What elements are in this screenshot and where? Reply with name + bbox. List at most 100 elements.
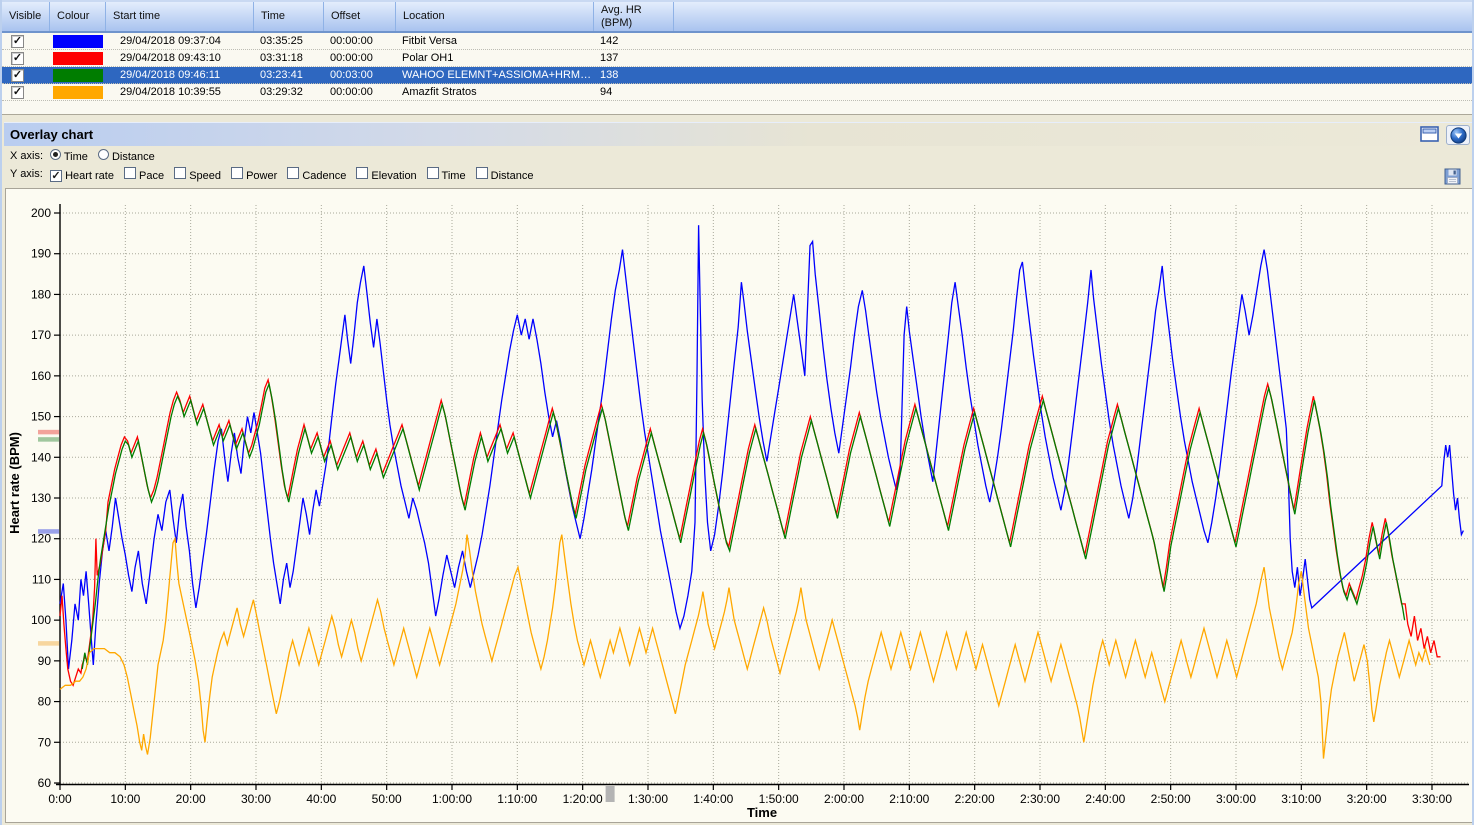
activities-table: Visible Colour Start time Time Offset Lo… [2, 0, 1474, 115]
column-header-avg-hr[interactable]: Avg. HR (BPM) [594, 2, 674, 31]
y-tick-label: 60 [38, 776, 52, 790]
column-header-location[interactable]: Location [396, 2, 594, 31]
table-row[interactable]: ✓29/04/2018 09:46:1103:23:4100:03:00WAHO… [2, 67, 1474, 84]
y-tick-label: 180 [31, 287, 51, 301]
visible-checkbox[interactable]: ✓ [11, 86, 24, 99]
series-line [60, 535, 1430, 759]
panel-layout-icon[interactable] [1420, 126, 1439, 145]
save-icon [1444, 168, 1462, 185]
y-axis-checkbox-label: Power [246, 170, 277, 182]
colour-swatch [53, 52, 103, 65]
x-tick-label: 50:00 [372, 792, 402, 806]
cell-offset: 00:00:00 [324, 86, 396, 98]
visible-checkbox[interactable]: ✓ [11, 52, 24, 65]
x-tick-label: 20:00 [176, 792, 206, 806]
x-tick-label: 30:00 [241, 792, 271, 806]
cell-start-time: 29/04/2018 09:43:10 [106, 52, 254, 64]
x-tick-label: 1:40:00 [693, 792, 733, 806]
y-axis-checkbox-distance[interactable] [476, 167, 488, 179]
x-axis-radio-time[interactable] [50, 149, 61, 160]
visible-checkbox[interactable]: ✓ [11, 35, 24, 48]
y-axis-checkbox-pace[interactable] [124, 167, 136, 179]
colour-swatch [53, 35, 103, 48]
cell-offset: 00:00:00 [324, 35, 396, 47]
y-axis-checkbox-label: Elevation [371, 170, 416, 182]
cell-location: WAHOO ELEMNT+ASSIOMA+HRM… [396, 69, 594, 81]
y-axis-checkbox-label: Cadence [302, 170, 346, 182]
x-axis-radio-distance[interactable] [98, 149, 109, 160]
y-axis-checkbox-speed[interactable] [174, 167, 186, 179]
x-tick-label: 1:30:00 [628, 792, 668, 806]
cell-time: 03:29:32 [254, 86, 324, 98]
overlay-chart-titlebar: Overlay chart [4, 122, 1474, 146]
cell-avg-hr: 137 [594, 52, 674, 64]
y-tick-label: 130 [31, 491, 51, 505]
series-line [60, 380, 1441, 685]
x-axis-radio-label: Time [64, 151, 88, 163]
y-tick-label: 170 [31, 328, 51, 342]
y-axis-controls: Y axis: ✓ Heart rate Pace Speed Power Ca… [10, 166, 543, 182]
y-axis-checkbox-heart-rate[interactable]: ✓ [50, 170, 62, 182]
y-tick-label: 70 [38, 735, 52, 749]
x-tick-label: 3:20:00 [1347, 792, 1387, 806]
column-header-time[interactable]: Time [254, 2, 324, 31]
overlay-line-chart: 6070809010011012013014015016017018019020… [2, 186, 1474, 825]
cell-time: 03:35:25 [254, 35, 324, 47]
x-axis-slider-handle[interactable] [606, 786, 615, 802]
y-axis-checkbox-time[interactable] [427, 167, 439, 179]
x-tick-label: 2:30:00 [1020, 792, 1060, 806]
cell-avg-hr: 138 [594, 69, 674, 81]
y-axis-checkbox-cadence[interactable] [287, 167, 299, 179]
x-tick-label: 1:00:00 [432, 792, 472, 806]
y-axis-checkbox-label: Pace [139, 170, 164, 182]
y-tick-label: 140 [31, 450, 51, 464]
visible-checkbox[interactable]: ✓ [11, 69, 24, 82]
y-tick-label: 160 [31, 369, 51, 383]
axis-value-marker [38, 430, 59, 435]
y-axis-checkbox-label: Time [442, 170, 466, 182]
y-axis-checkbox-label: Distance [491, 170, 534, 182]
x-axis-title: Time [747, 805, 777, 820]
y-tick-label: 120 [31, 532, 51, 546]
x-tick-label: 10:00 [110, 792, 140, 806]
series-line [82, 384, 1404, 669]
table-row[interactable]: ✓29/04/2018 09:43:1003:31:1800:00:00Pola… [2, 50, 1474, 67]
column-header-colour[interactable]: Colour [50, 2, 106, 31]
y-tick-label: 150 [31, 410, 51, 424]
x-tick-label: 3:30:00 [1412, 792, 1452, 806]
x-tick-label: 40:00 [306, 792, 336, 806]
column-header-offset[interactable]: Offset [324, 2, 396, 31]
cell-offset: 00:00:00 [324, 52, 396, 64]
x-axis-radio-label: Distance [112, 151, 155, 163]
column-header-visible[interactable]: Visible [2, 2, 50, 31]
overlay-chart-title: Overlay chart [10, 127, 93, 142]
save-chart-button[interactable] [1444, 168, 1462, 185]
axis-value-marker [38, 641, 59, 646]
chevron-down-sphere-icon [1450, 127, 1467, 144]
x-tick-label: 2:50:00 [1151, 792, 1191, 806]
y-axis-checkbox-label: Speed [189, 170, 221, 182]
cell-start-time: 29/04/2018 09:46:11 [106, 69, 254, 81]
series-line [60, 225, 1463, 669]
column-header-start-time[interactable]: Start time [106, 2, 254, 31]
y-axis-label: Y axis: [10, 168, 44, 180]
y-tick-label: 200 [31, 206, 51, 220]
cell-start-time: 29/04/2018 09:37:04 [106, 35, 254, 47]
column-header-filler [674, 2, 1474, 31]
y-axis-checkbox-power[interactable] [231, 167, 243, 179]
y-tick-label: 90 [38, 654, 52, 668]
x-tick-label: 3:00:00 [1216, 792, 1256, 806]
collapse-panel-button[interactable] [1446, 125, 1470, 145]
x-tick-label: 2:00:00 [824, 792, 864, 806]
x-axis-controls: X axis: Time Distance [10, 148, 165, 164]
x-axis-label: X axis: [10, 150, 44, 162]
colour-swatch [53, 69, 103, 82]
y-axis-checkbox-elevation[interactable] [356, 167, 368, 179]
x-tick-label: 2:10:00 [889, 792, 929, 806]
x-tick-label: 1:50:00 [759, 792, 799, 806]
table-row[interactable]: ✓29/04/2018 09:37:0403:35:2500:00:00Fitb… [2, 33, 1474, 50]
table-row[interactable]: ✓29/04/2018 10:39:5503:29:3200:00:00Amaz… [2, 84, 1474, 101]
y-tick-label: 80 [38, 695, 52, 709]
x-tick-label: 1:10:00 [497, 792, 537, 806]
cell-avg-hr: 94 [594, 86, 674, 98]
